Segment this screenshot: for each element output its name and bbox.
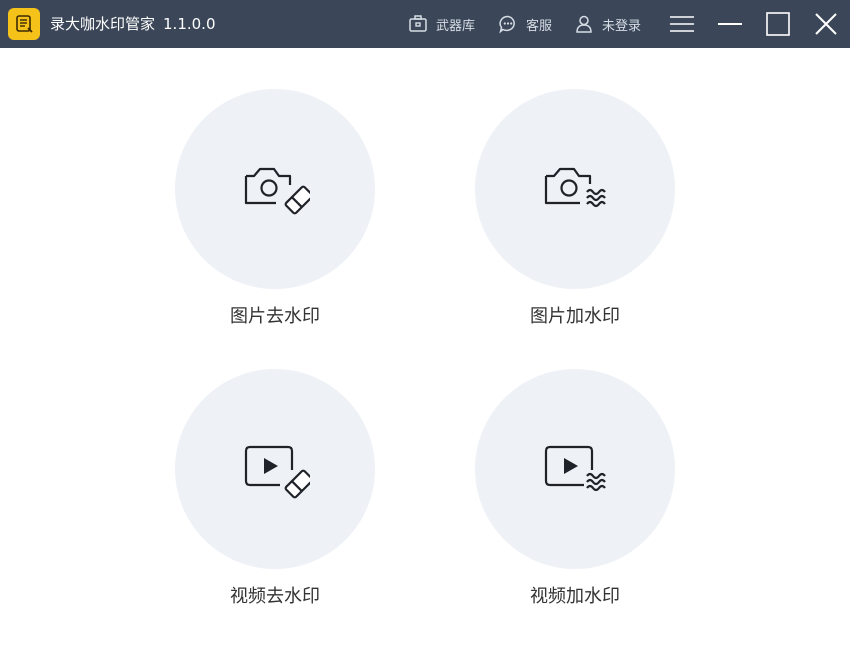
camera-eraser-icon (244, 167, 310, 215)
image-add-watermark-tile[interactable]: 图片加水印 (475, 89, 675, 329)
video-waves-icon (544, 445, 606, 492)
feature-label: 图片去水印 (230, 306, 320, 327)
close-button[interactable] (812, 10, 840, 38)
feature-circle[interactable] (175, 89, 375, 289)
feature-label: 视频加水印 (530, 586, 620, 607)
chat-bubble-icon (499, 15, 515, 34)
toolbox-icon (409, 15, 427, 32)
arsenal-button[interactable]: 武器库 (408, 13, 475, 35)
image-remove-watermark-tile[interactable]: 图片去水印 (175, 89, 375, 329)
app-name: 录大咖水印管家 (50, 15, 156, 33)
hamburger-menu-icon (670, 16, 694, 32)
close-icon (815, 13, 837, 35)
video-remove-watermark-tile[interactable]: 视频去水印 (175, 369, 375, 609)
video-eraser-icon (244, 445, 310, 499)
login-button[interactable]: 未登录 (574, 13, 641, 35)
login-label: 未登录 (602, 18, 642, 34)
title-bar: 录大咖水印管家 1.1.0.0 武器库 客服 未登录 (0, 0, 850, 48)
feature-label: 视频去水印 (230, 586, 320, 607)
feature-label: 图片加水印 (530, 306, 620, 327)
minimize-icon (718, 23, 742, 25)
user-icon (576, 15, 592, 33)
app-logo-icon (8, 8, 40, 40)
feature-circle[interactable] (475, 89, 675, 289)
arsenal-label: 武器库 (436, 18, 476, 34)
app-title: 录大咖水印管家 1.1.0.0 (50, 14, 216, 34)
main-content: 图片去水印 图片加水印 视频去水印 视频加水印 (0, 48, 850, 650)
app-version: 1.1.0.0 (163, 15, 216, 33)
video-add-watermark-tile[interactable]: 视频加水印 (475, 369, 675, 609)
maximize-button[interactable] (764, 10, 792, 38)
minimize-button[interactable] (716, 10, 744, 38)
menu-button[interactable] (668, 10, 696, 38)
feature-circle[interactable] (175, 369, 375, 569)
maximize-icon (766, 12, 790, 36)
camera-waves-icon (544, 167, 606, 208)
feature-circle[interactable] (475, 369, 675, 569)
support-button[interactable]: 客服 (498, 13, 552, 35)
support-label: 客服 (526, 18, 553, 34)
